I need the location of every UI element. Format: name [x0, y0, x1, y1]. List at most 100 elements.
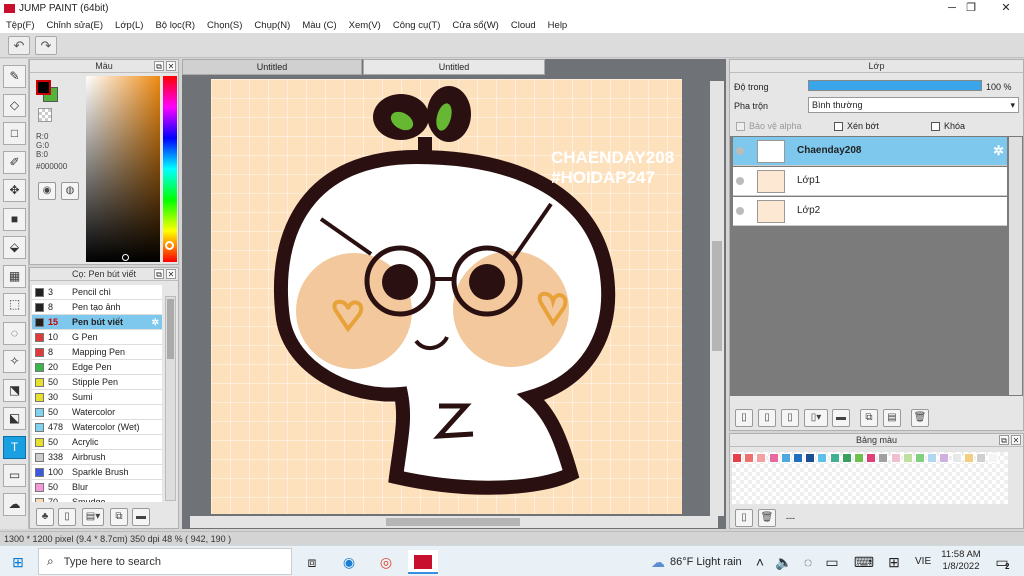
menu-item[interactable]: Bộ lọc(R) — [149, 20, 201, 31]
delete-swatch-icon[interactable]: 🗑 — [758, 509, 776, 527]
new-raster-layer-icon[interactable]: ▯ — [758, 409, 776, 427]
merge-layer-icon[interactable]: ▤ — [883, 409, 901, 427]
brush-item[interactable]: 50 Stipple Pen — [32, 375, 162, 390]
maximize-button[interactable]: ❐ — [953, 0, 989, 17]
tool-eraser-icon[interactable]: ◇ — [3, 93, 26, 117]
tool-divider-icon[interactable]: ▭ — [3, 464, 26, 487]
scrollbar-thumb[interactable] — [712, 241, 722, 351]
protect-alpha-checkbox[interactable] — [736, 121, 745, 131]
swatch-color[interactable] — [902, 453, 913, 463]
swatch-color[interactable] — [744, 453, 755, 463]
layer-folder-icon[interactable]: ▬ — [832, 409, 850, 427]
color-wheel-icon[interactable]: ◍ — [61, 182, 79, 200]
tab-untitled-2[interactable]: Untitled — [363, 59, 545, 75]
brush-settings-icon[interactable]: ♣ — [36, 508, 54, 526]
task-view-icon[interactable]: ⧈ — [300, 550, 324, 574]
brush-list-scrollbar[interactable] — [165, 296, 176, 501]
layer-menu-icon[interactable]: ▯▾ — [804, 409, 828, 427]
undo-button[interactable]: ↶ — [8, 36, 30, 55]
opacity-slider[interactable] — [808, 80, 982, 91]
windows-start-icon[interactable]: ⊞ — [6, 550, 30, 574]
transparent-color-swatch[interactable] — [38, 108, 52, 122]
panel-float-icon[interactable]: ⧉ — [154, 61, 164, 71]
brush-item[interactable]: 50 Acrylic — [32, 435, 162, 450]
brush-item[interactable]: 478 Watercolor (Wet) — [32, 420, 162, 435]
tool-magic-wand-icon[interactable]: ✧ — [3, 350, 26, 373]
menu-item[interactable]: Cloud — [505, 20, 542, 31]
swatch-color[interactable] — [951, 453, 962, 463]
menu-item[interactable]: Help — [542, 20, 574, 31]
layer-settings-gear-icon[interactable]: ✲ — [993, 143, 1004, 159]
brush-item[interactable]: 8 Mapping Pen — [32, 345, 162, 360]
swatch-color[interactable] — [976, 453, 986, 463]
hue-slider-handle[interactable] — [165, 241, 174, 250]
menu-item[interactable]: Chỉnh sửa(E) — [41, 20, 110, 31]
panel-close-icon[interactable]: ✕ — [166, 61, 176, 71]
brush-item[interactable]: 70 Smudge — [32, 495, 162, 502]
jump-paint-taskbar-icon[interactable] — [408, 550, 438, 574]
palette-icon[interactable]: ◉ — [38, 182, 56, 200]
swatch-color[interactable] — [805, 453, 816, 463]
hue-slider[interactable] — [163, 76, 177, 262]
brush-item[interactable]: 50 Watercolor — [32, 405, 162, 420]
tool-move-icon[interactable]: ✥ — [3, 179, 26, 202]
lock-option[interactable]: Khóa — [931, 121, 965, 131]
battery-icon[interactable]: ▭ — [820, 550, 844, 574]
swatch-color[interactable] — [963, 453, 974, 463]
panel-float-icon[interactable]: ⧉ — [999, 435, 1009, 445]
swatch-color[interactable] — [768, 453, 779, 463]
menu-item[interactable]: Màu (C) — [296, 20, 342, 31]
keyboard-icon[interactable]: ⌨ — [852, 550, 876, 574]
scrollbar-thumb[interactable] — [167, 299, 174, 359]
panel-close-icon[interactable]: ✕ — [1011, 435, 1021, 445]
lock-checkbox[interactable] — [931, 121, 940, 131]
notification-icon[interactable]: ▭ — [990, 550, 1014, 574]
brush-item[interactable]: 15 Pen bút viết ✲ — [32, 315, 162, 330]
menu-item[interactable]: Công cụ(T) — [387, 20, 447, 31]
swatch-color[interactable] — [841, 453, 852, 463]
new-swatch-icon[interactable]: ▯ — [735, 509, 753, 527]
brush-item[interactable]: 20 Edge Pen — [32, 360, 162, 375]
input-method-icon[interactable]: ⊞ — [882, 550, 906, 574]
tool-text-icon[interactable]: T — [3, 435, 26, 459]
menu-item[interactable]: Xem(V) — [343, 20, 387, 31]
swatch-color[interactable] — [780, 453, 791, 463]
wifi-icon[interactable]: ◌ — [796, 550, 820, 574]
swatch-color[interactable] — [890, 453, 901, 463]
brush-item[interactable]: 30 Sumi — [32, 390, 162, 405]
brush-settings-gear-icon[interactable]: ✲ — [151, 315, 159, 329]
redo-button[interactable]: ↷ — [35, 36, 57, 55]
tool-fill-rect-icon[interactable]: ■ — [3, 207, 26, 231]
protect-alpha-option[interactable]: Bảo vệ alpha — [736, 121, 802, 131]
swatch-color[interactable] — [817, 453, 828, 463]
menu-item[interactable]: Chụp(N) — [248, 20, 296, 31]
swatch-color[interactable] — [927, 453, 938, 463]
swatch-color[interactable] — [793, 453, 803, 463]
brush-menu-icon[interactable]: ▤▾ — [82, 508, 104, 526]
layer-visibility-icon[interactable] — [736, 177, 744, 185]
chrome-browser-icon[interactable]: ◎ — [374, 550, 398, 574]
menu-item[interactable]: Lớp(L) — [109, 20, 149, 31]
close-button[interactable]: ✕ — [988, 0, 1024, 17]
swatch-color[interactable] — [988, 453, 999, 463]
swatch-color[interactable] — [756, 453, 767, 463]
brush-folder-icon[interactable]: ▬ — [132, 508, 150, 526]
new-folder-layer-icon[interactable]: ▯ — [781, 409, 799, 427]
menu-item[interactable]: Chọn(S) — [201, 20, 248, 31]
tool-lasso-icon[interactable]: ◌ — [3, 321, 26, 345]
taskbar-search-box[interactable]: ⌕ Type here to search — [38, 548, 292, 575]
language-indicator[interactable]: VIE — [915, 556, 931, 567]
layer-row[interactable]: Lớp1 — [733, 167, 1007, 196]
layer-visibility-icon[interactable] — [736, 147, 744, 155]
tool-select-pen-icon[interactable]: ✐ — [3, 150, 26, 174]
scrollbar-thumb[interactable] — [386, 518, 520, 526]
brush-item[interactable]: 3 Pencil chì — [32, 285, 162, 300]
weather-text[interactable]: 86°F Light rain — [670, 556, 742, 568]
clock[interactable]: 11:58 AM 1/8/2022 — [940, 549, 982, 573]
canvas-v-scrollbar[interactable] — [710, 81, 724, 516]
panel-close-icon[interactable]: ✕ — [166, 269, 176, 279]
swatch-color[interactable] — [854, 453, 864, 463]
brush-item[interactable]: 8 Pen tạo ảnh — [32, 300, 162, 315]
tab-untitled-1[interactable]: Untitled — [182, 59, 362, 75]
menu-item[interactable]: Cửa sổ(W) — [446, 20, 504, 31]
